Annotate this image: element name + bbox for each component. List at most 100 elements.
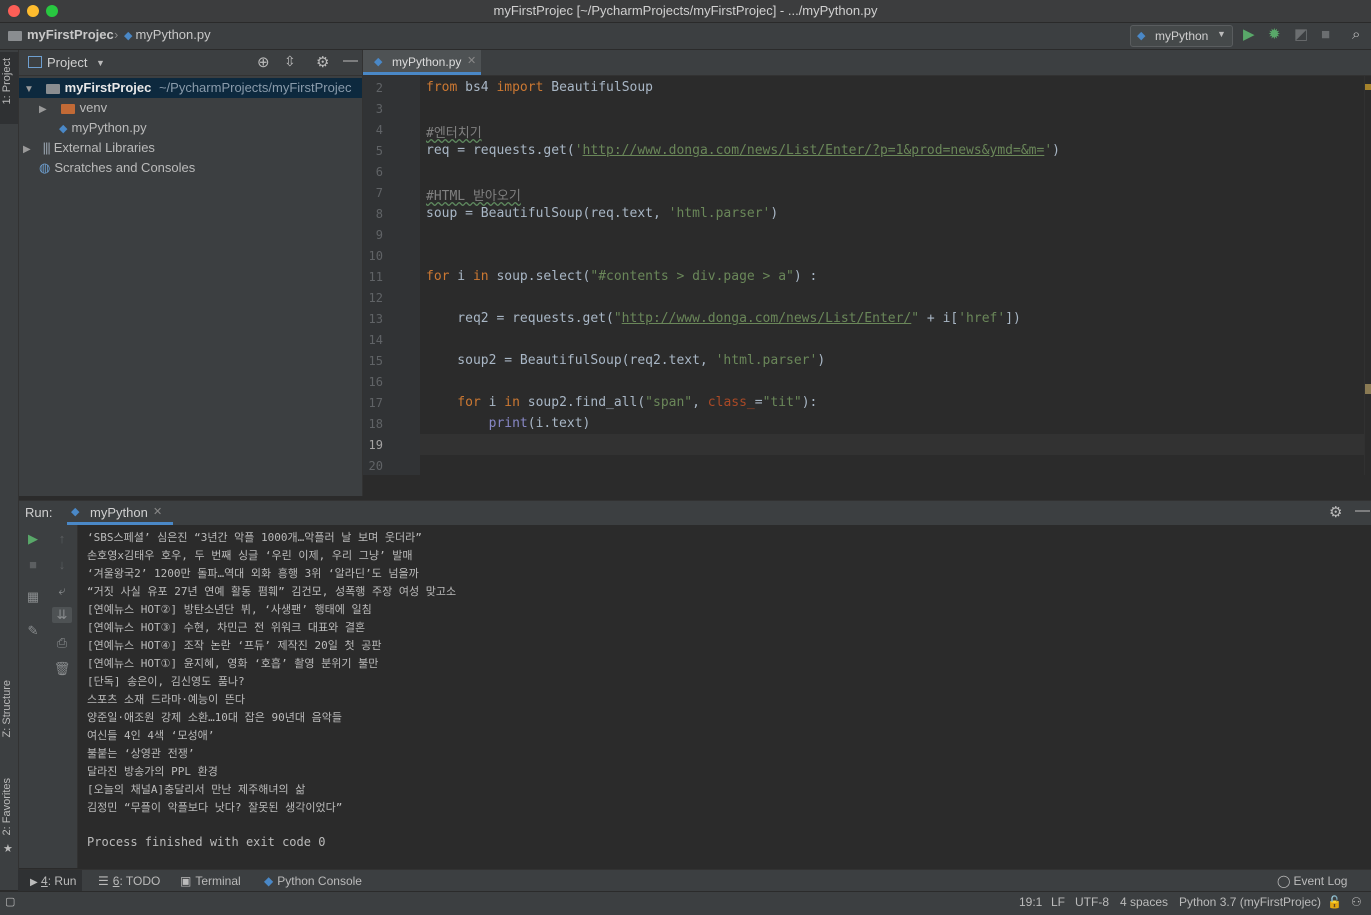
console-output-line: 양준일·애조원 강제 소환…10대 잡은 90년대 음악들 bbox=[87, 711, 343, 724]
close-tab-icon[interactable]: ✕ bbox=[467, 54, 476, 67]
hide-icon[interactable]: — bbox=[1355, 502, 1370, 519]
line-number: 8 bbox=[375, 207, 383, 221]
tool-tab-todo[interactable]: ☰ 6: TODO bbox=[98, 870, 160, 892]
line-number: 15 bbox=[368, 354, 383, 368]
run-panel-header: Run: ◆ myPython ✕ ⚙ — bbox=[19, 500, 1371, 526]
tool-tab-python-console[interactable]: ◆ Python Console bbox=[264, 870, 362, 892]
tree-item-mypython[interactable]: ◆ myPython.py bbox=[59, 118, 147, 138]
structure-tool-tab[interactable]: Z: Structure bbox=[0, 678, 18, 758]
line-number: 12 bbox=[368, 291, 383, 305]
up-arrow-icon[interactable]: ↑ bbox=[52, 531, 72, 546]
gear-icon[interactable]: ⚙ bbox=[316, 53, 329, 71]
console-output-line: “거짓 사실 유포 27년 연예 활동 폄훼” 김건모, 성폭행 주장 여성 맞… bbox=[87, 585, 457, 598]
breadcrumb-file[interactable]: ◆ myPython.py bbox=[124, 27, 211, 42]
line-number: 4 bbox=[375, 123, 383, 137]
python-interpreter[interactable]: Python 3.7 (myFirstProjec) bbox=[1179, 895, 1321, 909]
scratches-icon: ◍ bbox=[39, 160, 51, 175]
console-output-line: [연예뉴스 HOT①] 윤지혜, 영화 ‘호흡’ 촬영 분위기 불만 bbox=[87, 657, 379, 670]
play-icon: ▶ bbox=[30, 877, 38, 888]
tree-item-project-root[interactable]: ▼ myFirstProjec ~/PycharmProjects/myFirs… bbox=[19, 78, 362, 98]
warning-stripe-marker[interactable] bbox=[1365, 84, 1371, 90]
line-number: 13 bbox=[368, 312, 383, 326]
code-editor[interactable]: from bs4 import BeautifulSoup #엔터치기 req … bbox=[420, 76, 1364, 475]
tree-item-venv[interactable]: ▶ venv bbox=[19, 98, 107, 118]
tree-item-path: ~/PycharmProjects/myFirstProjec bbox=[158, 80, 352, 95]
favorites-tool-tab-label: 2: Favorites bbox=[1, 778, 13, 836]
close-tab-icon[interactable]: ✕ bbox=[153, 505, 162, 518]
caret-position[interactable]: 19:1 bbox=[1019, 895, 1042, 909]
tool-tab-run-number: 4 bbox=[41, 874, 48, 888]
stop-icon[interactable]: ■ bbox=[23, 557, 43, 572]
tree-item-external-libraries[interactable]: ▶ ||| External Libraries bbox=[19, 138, 155, 158]
python-icon: ◆ bbox=[264, 874, 274, 888]
tree-item-scratches[interactable]: ◍ Scratches and Consoles bbox=[39, 158, 195, 178]
editor-tab-mypython[interactable]: ◆ myPython.py ✕ bbox=[363, 50, 481, 75]
project-tool-tab[interactable]: 1: Project bbox=[0, 52, 18, 124]
trash-icon[interactable]: 🗑 bbox=[52, 661, 72, 677]
layout-icon[interactable]: ▦ bbox=[23, 589, 43, 605]
locate-icon[interactable]: ⊕ bbox=[257, 53, 270, 71]
console-output-line: ‘SBS스페셜’ 심은진 “3년간 악플 1000개…악플러 날 보며 웃더라” bbox=[87, 531, 422, 544]
title-bar: myFirstProjec [~/PycharmProjects/myFirst… bbox=[0, 0, 1371, 23]
warning-stripe-marker[interactable] bbox=[1365, 384, 1371, 394]
tool-window-bar: ▶ 4: Run ☰ 6: TODO ▣ Terminal ◆ Python Cons… bbox=[18, 869, 1371, 892]
editor-scrollbar[interactable] bbox=[1364, 76, 1371, 475]
tool-tab-event-log[interactable]: ◯ Event Log bbox=[1277, 870, 1347, 892]
soft-wrap-icon[interactable]: ⤶ bbox=[52, 583, 72, 599]
line-number: 7 bbox=[375, 186, 383, 200]
breadcrumb-project[interactable]: myFirstProjec bbox=[8, 27, 114, 42]
tool-tab-run[interactable]: ▶ 4: Run bbox=[18, 870, 82, 892]
search-icon[interactable]: ⌕ bbox=[1352, 27, 1360, 43]
console-output-line: ‘겨울왕국2’ 1200만 돌파…역대 외화 흥행 3위 ‘알라딘’도 넘을까 bbox=[87, 567, 419, 580]
line-number: 19 bbox=[368, 438, 383, 452]
line-number: 6 bbox=[375, 165, 383, 179]
file-encoding[interactable]: UTF-8 bbox=[1075, 895, 1109, 909]
hide-icon[interactable]: — bbox=[343, 52, 358, 69]
print-icon[interactable]: ⎙ bbox=[52, 635, 72, 651]
lock-icon[interactable]: 🔓 bbox=[1327, 895, 1342, 909]
line-separator[interactable]: LF bbox=[1051, 895, 1065, 909]
line-number: 5 bbox=[375, 144, 383, 158]
run-toolbar: ▶ ■ ▦ ✎ ↑ ↓ ⤶ ⇊ ⎙ 🗑 bbox=[19, 525, 78, 868]
stop-icon[interactable]: ■ bbox=[1321, 27, 1330, 43]
project-view-select[interactable]: Project bbox=[47, 55, 87, 70]
tool-tab-terminal[interactable]: ▣ Terminal bbox=[180, 870, 241, 892]
pin-icon[interactable]: ✎ bbox=[23, 623, 43, 639]
debug-icon[interactable]: ✹ bbox=[1268, 27, 1281, 43]
favorites-tool-tab[interactable]: 2: Favorites ★ bbox=[0, 776, 18, 856]
scroll-to-end-icon[interactable]: ⇊ bbox=[52, 607, 72, 623]
coverage-icon[interactable]: ◩ bbox=[1294, 27, 1308, 43]
code-line-15: soup2 = BeautifulSoup(req2.text, 'html.p… bbox=[426, 353, 826, 368]
tree-item-label: venv bbox=[79, 100, 108, 115]
process-finished-message: Process finished with exit code 0 bbox=[87, 835, 326, 849]
project-panel: Project ▼ ⊕ ⇳ ⚙ — ▼ myFirstProjec ~/Pych… bbox=[19, 50, 363, 496]
line-number: 3 bbox=[375, 102, 383, 116]
python-icon: ◆ bbox=[1137, 30, 1146, 42]
expand-arrow-icon: ▼ bbox=[24, 84, 34, 95]
breadcrumb-file-label: myPython.py bbox=[135, 27, 211, 42]
inspection-icon[interactable]: ⚇ bbox=[1351, 895, 1362, 909]
down-arrow-icon[interactable]: ↓ bbox=[52, 557, 72, 572]
line-number: 14 bbox=[368, 333, 383, 347]
tree-item-label: myPython.py bbox=[71, 120, 147, 135]
play-icon[interactable]: ▶ bbox=[1243, 27, 1255, 43]
console-output-line: [연예뉴스 HOT④] 조작 논란 ‘프듀’ 제작진 20일 첫 공판 bbox=[87, 639, 382, 652]
console-output-line: [단독] 송은이, 김신영도 품나? bbox=[87, 675, 245, 688]
collapse-icon[interactable]: ⇳ bbox=[284, 53, 296, 70]
indent-setting[interactable]: 4 spaces bbox=[1120, 895, 1168, 909]
tree-item-label: Scratches and Consoles bbox=[54, 160, 196, 175]
event-log-icon: ◯ bbox=[1277, 874, 1291, 888]
project-tool-tab-label: 1: Project bbox=[1, 58, 13, 105]
rerun-icon[interactable]: ▶ bbox=[23, 531, 43, 547]
code-line-4: #엔터치기 bbox=[426, 126, 482, 141]
line-number: 9 bbox=[375, 228, 383, 242]
tree-item-label: External Libraries bbox=[53, 140, 155, 155]
console-output-line: [연예뉴스 HOT③] 수현, 차민근 전 위워크 대표와 결혼 bbox=[87, 621, 366, 634]
toggle-tool-windows-icon[interactable]: ▢ bbox=[5, 895, 15, 908]
tool-tab-todo-label: : TODO bbox=[119, 874, 161, 888]
run-configuration-select[interactable]: ◆ myPython ▼ bbox=[1130, 25, 1233, 47]
code-line-17: for i in soup2.find_all("span", class_="… bbox=[426, 395, 818, 410]
run-console[interactable]: ‘SBS스페셜’ 심은진 “3년간 악플 1000개…악플러 날 보며 웃더라”… bbox=[78, 525, 1371, 868]
gear-icon[interactable]: ⚙ bbox=[1329, 503, 1342, 521]
run-tab-mypython[interactable]: ◆ myPython ✕ bbox=[67, 501, 173, 525]
